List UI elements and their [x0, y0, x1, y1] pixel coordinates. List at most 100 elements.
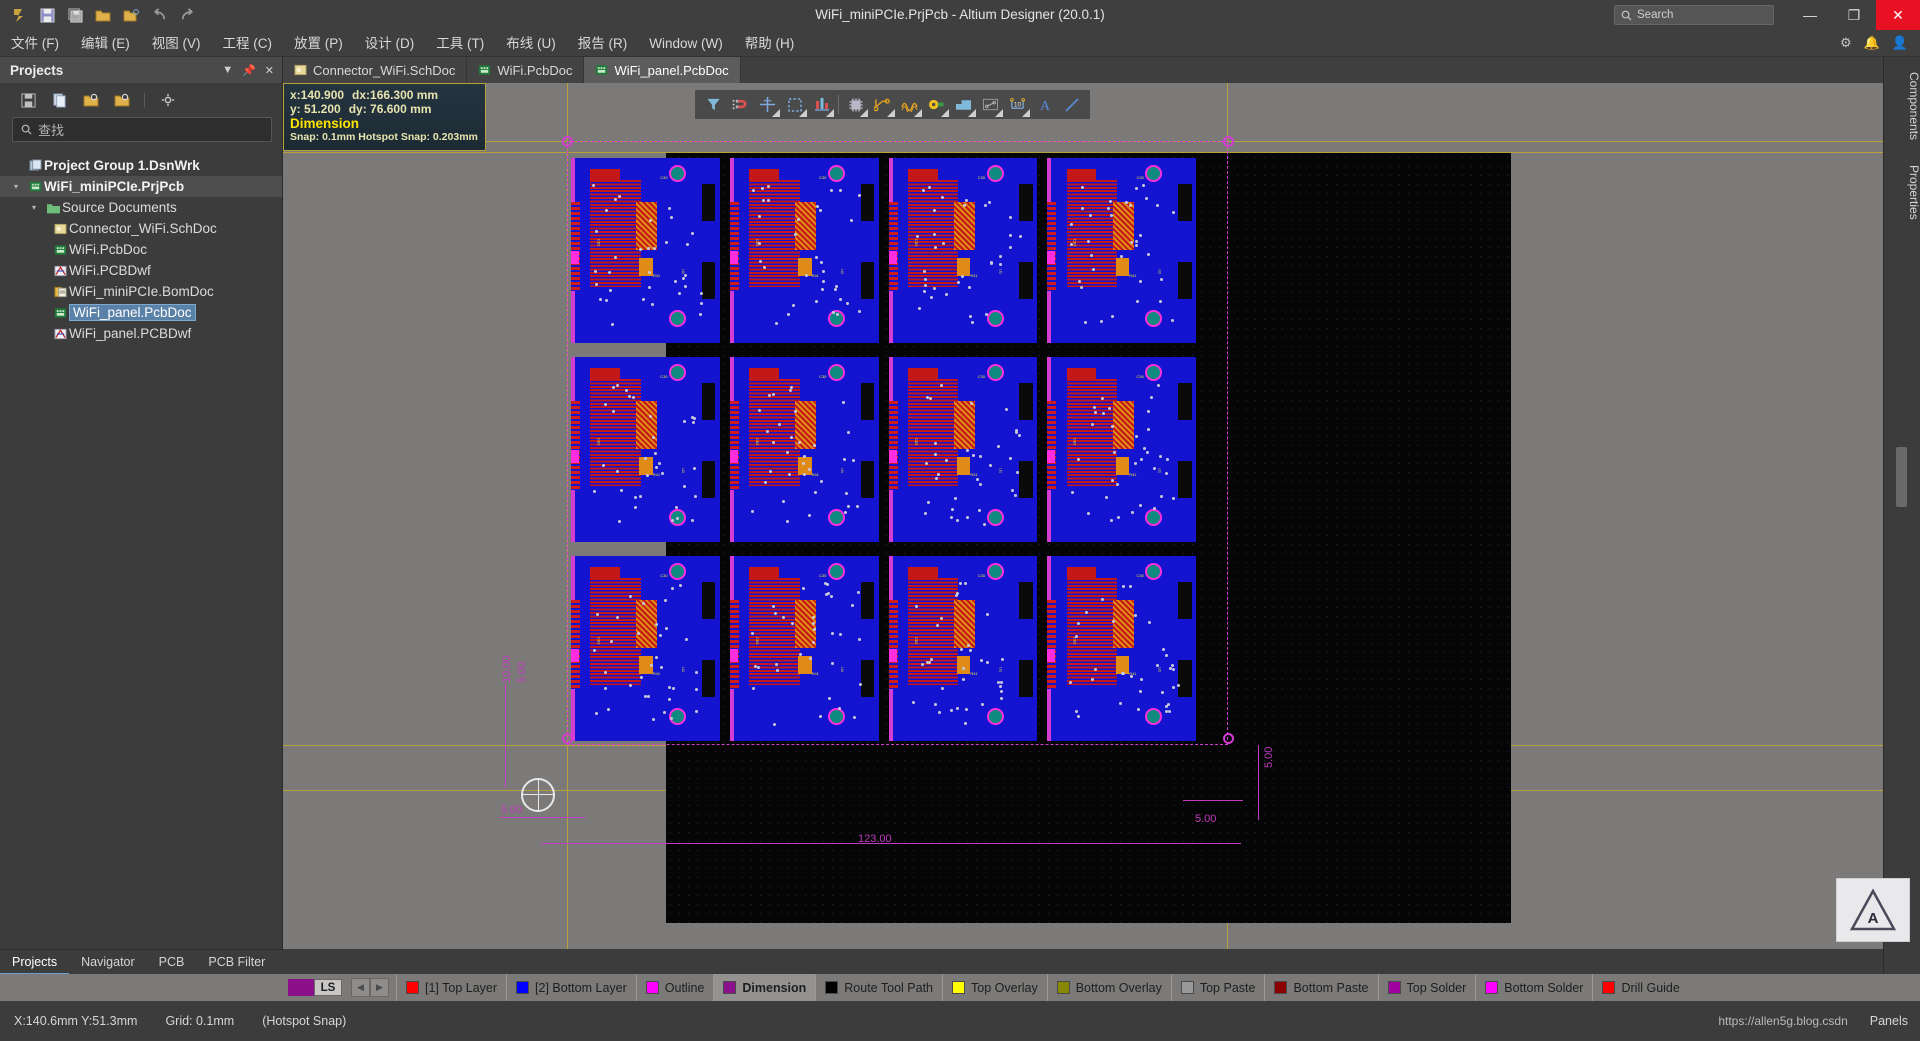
- close-button[interactable]: ✕: [1876, 0, 1920, 30]
- notifications-icon[interactable]: 🔔: [1864, 35, 1880, 51]
- save-project-icon[interactable]: [20, 92, 37, 109]
- menu-place[interactable]: 放置 (P): [283, 30, 354, 57]
- layer-chip[interactable]: Top Paste: [1170, 974, 1265, 1001]
- layer-chip[interactable]: Bottom Paste: [1264, 974, 1377, 1001]
- panel-tab-projects[interactable]: Projects: [0, 950, 70, 975]
- next-layer-button[interactable]: ▶: [370, 978, 389, 997]
- open-icon[interactable]: [90, 3, 116, 27]
- pcb-module[interactable]: C30C83R41U1: [888, 556, 1038, 741]
- magnet-snap-icon[interactable]: [727, 91, 754, 118]
- layer-chip[interactable]: Bottom Solder: [1475, 974, 1592, 1001]
- dropdown-caret[interactable]: [860, 109, 868, 117]
- save-all-icon[interactable]: [62, 3, 88, 27]
- tree-item-wifi-panel-pcbdoc[interactable]: WiFi_panel.PcbDoc: [0, 302, 282, 323]
- active-layer-swatch[interactable]: [288, 979, 314, 996]
- altium-logo-icon[interactable]: [6, 3, 32, 27]
- menu-tools[interactable]: 工具 (T): [425, 30, 495, 57]
- minimize-button[interactable]: —: [1788, 0, 1832, 30]
- undo-icon[interactable]: [146, 3, 172, 27]
- tree-item-wifi-pcbdwf[interactable]: WiFi.PCBDwf: [0, 260, 282, 281]
- pcb-module[interactable]: C30C83R41U1: [571, 357, 720, 542]
- layer-chip[interactable]: Top Overlay: [942, 974, 1047, 1001]
- select-area-icon[interactable]: [781, 91, 808, 118]
- align-objects-icon[interactable]: [808, 91, 835, 118]
- maximize-button[interactable]: ❐: [1832, 0, 1876, 30]
- tree-item-source-documents[interactable]: ▾ Source Documents: [0, 197, 282, 218]
- user-account-icon[interactable]: 👤: [1892, 35, 1908, 51]
- gear-icon[interactable]: [159, 92, 176, 109]
- dimension-anchor-bottom-right[interactable]: [1223, 733, 1234, 744]
- layer-chip[interactable]: [1] Top Layer: [396, 974, 506, 1001]
- tree-item-wifi-pcbdoc[interactable]: WiFi.PcbDoc: [0, 239, 282, 260]
- layer-chip[interactable]: Bottom Overlay: [1046, 974, 1171, 1001]
- place-text-icon[interactable]: A: [1031, 91, 1058, 118]
- dropdown-caret[interactable]: [799, 109, 807, 117]
- menu-route[interactable]: 布线 (U): [495, 30, 567, 57]
- panel-tab-pcb[interactable]: PCB: [147, 950, 197, 975]
- menu-project[interactable]: 工程 (C): [212, 30, 284, 57]
- pcb-module[interactable]: C30C83R41U1: [729, 556, 879, 741]
- measure-icon[interactable]: [977, 91, 1004, 118]
- vertical-scrollbar-thumb[interactable]: [1896, 447, 1907, 507]
- layer-chip[interactable]: [2] Bottom Layer: [506, 974, 636, 1001]
- panel-tab-pcb-filter[interactable]: PCB Filter: [196, 950, 277, 975]
- pcb-module[interactable]: C30C83R41U1: [729, 158, 879, 343]
- pcb-module[interactable]: C30C83R41U1: [1047, 158, 1196, 343]
- pin-icon[interactable]: 📌: [242, 64, 256, 77]
- settings-icon[interactable]: ⚙: [1840, 35, 1852, 51]
- menu-view[interactable]: 视图 (V): [141, 30, 212, 57]
- dropdown-caret[interactable]: [826, 109, 834, 117]
- tree-item-bomdoc[interactable]: WiFi_miniPCIe.BomDoc: [0, 281, 282, 302]
- open-folder-config-icon[interactable]: [113, 92, 130, 109]
- menu-edit[interactable]: 编辑 (E): [70, 30, 141, 57]
- save-icon[interactable]: [34, 3, 60, 27]
- prev-layer-button[interactable]: ◀: [351, 978, 370, 997]
- menu-file[interactable]: 文件 (F): [0, 30, 70, 57]
- menu-reports[interactable]: 报告 (R): [567, 30, 639, 57]
- dropdown-caret[interactable]: [772, 109, 780, 117]
- dock-tab-components[interactable]: Components: [1884, 62, 1920, 150]
- pcb-module[interactable]: C30C83R41U1: [1047, 357, 1196, 542]
- doc-tab-wifi-pcbdoc[interactable]: WiFi.PcbDoc: [467, 57, 585, 83]
- menu-design[interactable]: 设计 (D): [354, 30, 426, 57]
- filter-icon[interactable]: [700, 91, 727, 118]
- tree-item-connector-schdoc[interactable]: Connector_WiFi.SchDoc: [0, 218, 282, 239]
- open-folder-search-icon[interactable]: [82, 92, 99, 109]
- route-track-icon[interactable]: [869, 91, 896, 118]
- expander-icon[interactable]: ▾: [14, 182, 27, 191]
- pcb-module[interactable]: C30C83R41U1: [888, 158, 1038, 343]
- dimension-icon[interactable]: 10: [1004, 91, 1031, 118]
- global-search-input[interactable]: Search: [1614, 5, 1774, 25]
- doc-tab-wifi-panel-pcbdoc[interactable]: WiFi_panel.PcbDoc: [584, 57, 741, 83]
- pcb-module[interactable]: C30C83R41U1: [729, 357, 879, 542]
- menu-help[interactable]: 帮助 (H): [734, 30, 806, 57]
- dropdown-caret[interactable]: [941, 109, 949, 117]
- pcb-canvas[interactable]: C30 C83 R41 U1 C30 C83 R41 U1 C30 C83 R41 U1 C30 C83 R…: [283, 83, 1883, 949]
- layer-sets-button[interactable]: LS: [314, 979, 342, 996]
- pcb-module[interactable]: C30C83R41U1: [888, 357, 1038, 542]
- panels-button[interactable]: Panels: [1858, 1014, 1920, 1028]
- layer-chip[interactable]: Dimension: [713, 974, 816, 1001]
- dropdown-caret[interactable]: [914, 109, 922, 117]
- projects-search-input[interactable]: 查找: [12, 117, 272, 142]
- differential-pair-icon[interactable]: [896, 91, 923, 118]
- open-project-icon[interactable]: [118, 3, 144, 27]
- dimension-anchor-top-left[interactable]: [562, 136, 573, 147]
- layer-chip[interactable]: Top Solder: [1377, 974, 1476, 1001]
- tree-item-workspace[interactable]: Project Group 1.DsnWrk: [0, 155, 282, 176]
- dropdown-caret[interactable]: [995, 109, 1003, 117]
- panel-tab-navigator[interactable]: Navigator: [69, 950, 147, 975]
- dimension-anchor-bottom-left[interactable]: [562, 733, 573, 744]
- place-line-icon[interactable]: [1058, 91, 1085, 118]
- pcb-module[interactable]: C30C83R41U1: [571, 158, 720, 343]
- dock-tab-properties[interactable]: Properties: [1884, 155, 1920, 230]
- tree-item-wifi-panel-pcbdwf[interactable]: WiFi_panel.PCBDwf: [0, 323, 282, 344]
- expander-icon[interactable]: ▾: [32, 203, 45, 212]
- layer-chip[interactable]: Outline: [635, 974, 714, 1001]
- layer-chip[interactable]: Drill Guide: [1592, 974, 1688, 1001]
- tree-item-pcb-project[interactable]: ▾ WiFi_miniPCIe.PrjPcb: [0, 176, 282, 197]
- component-icon[interactable]: [842, 91, 869, 118]
- layer-chip[interactable]: Route Tool Path: [815, 974, 942, 1001]
- pcb-module[interactable]: C30C83R41U1: [1047, 556, 1196, 741]
- via-pad-icon[interactable]: [923, 91, 950, 118]
